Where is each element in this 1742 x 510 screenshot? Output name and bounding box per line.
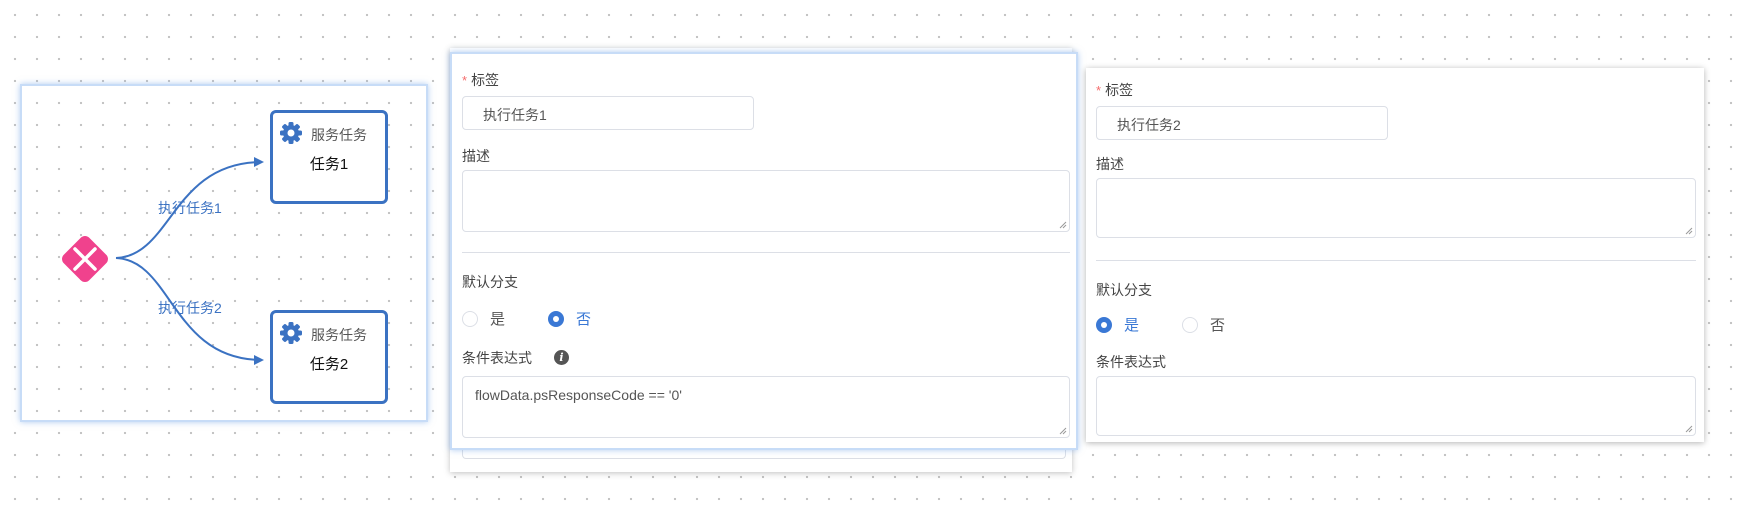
description-textarea[interactable] (462, 170, 1070, 232)
properties-panel-1: * 标签 执行任务1 描述 默认分支 是 否 条件表达式 i flowData.p… (450, 52, 1078, 450)
radio-circle[interactable] (1182, 316, 1198, 333)
divider (1096, 260, 1696, 261)
label-field-title: * 标签 (462, 72, 500, 88)
condition-expression-title: 条件表达式 (462, 350, 532, 366)
divider (462, 252, 1070, 253)
condition-expression-title: 条件表达式 (1096, 354, 1166, 370)
radio-circle[interactable] (462, 310, 478, 327)
edge-label-1[interactable]: 执行任务1 (158, 198, 222, 218)
gear-icon (280, 122, 302, 144)
radio-circle[interactable] (548, 310, 564, 327)
resize-grip-icon[interactable] (1057, 425, 1067, 435)
radio-yes[interactable]: 是 (1096, 314, 1139, 335)
radio-no[interactable]: 否 (548, 308, 591, 329)
description-textarea[interactable] (1096, 178, 1696, 238)
required-asterisk: * (1096, 83, 1102, 98)
condition-expression-textarea[interactable] (1096, 376, 1696, 436)
radio-yes[interactable]: 是 (462, 308, 505, 329)
condition-expression-textarea[interactable]: flowData.psResponseCode == '0' (462, 376, 1070, 438)
service-task-2[interactable]: 服务任务 任务2 (270, 310, 388, 404)
resize-grip-icon[interactable] (1683, 423, 1693, 433)
label-field-title: * 标签 (1096, 82, 1134, 98)
gear-icon (280, 322, 302, 344)
info-icon[interactable]: i (554, 350, 569, 365)
radio-no[interactable]: 否 (1182, 314, 1225, 335)
radio-circle[interactable] (1096, 316, 1112, 333)
required-asterisk: * (462, 73, 468, 88)
task-type-label: 服务任务 (311, 127, 367, 143)
label-input[interactable]: 执行任务2 (1096, 106, 1388, 140)
flow-diagram-selection[interactable]: 执行任务1 执行任务2 服务任务 任务1 服务任务 任务2 (20, 84, 428, 422)
resize-grip-icon[interactable] (1683, 225, 1693, 235)
label-input[interactable]: 执行任务1 (462, 96, 754, 130)
properties-panel-2: * 标签 执行任务2 描述 默认分支 是 否 条件表达式 (1086, 68, 1704, 442)
resize-grip-icon[interactable] (1057, 219, 1067, 229)
default-branch-title: 默认分支 (462, 274, 518, 290)
task-name: 任务2 (309, 356, 349, 373)
description-title: 描述 (462, 148, 490, 164)
default-branch-title: 默认分支 (1096, 282, 1152, 298)
task-type-label: 服务任务 (311, 327, 367, 343)
task-name: 任务1 (309, 156, 349, 173)
exclusive-gateway-icon[interactable] (56, 230, 114, 288)
edge-label-2[interactable]: 执行任务2 (158, 298, 222, 318)
service-task-1[interactable]: 服务任务 任务1 (270, 110, 388, 204)
description-title: 描述 (1096, 156, 1124, 172)
